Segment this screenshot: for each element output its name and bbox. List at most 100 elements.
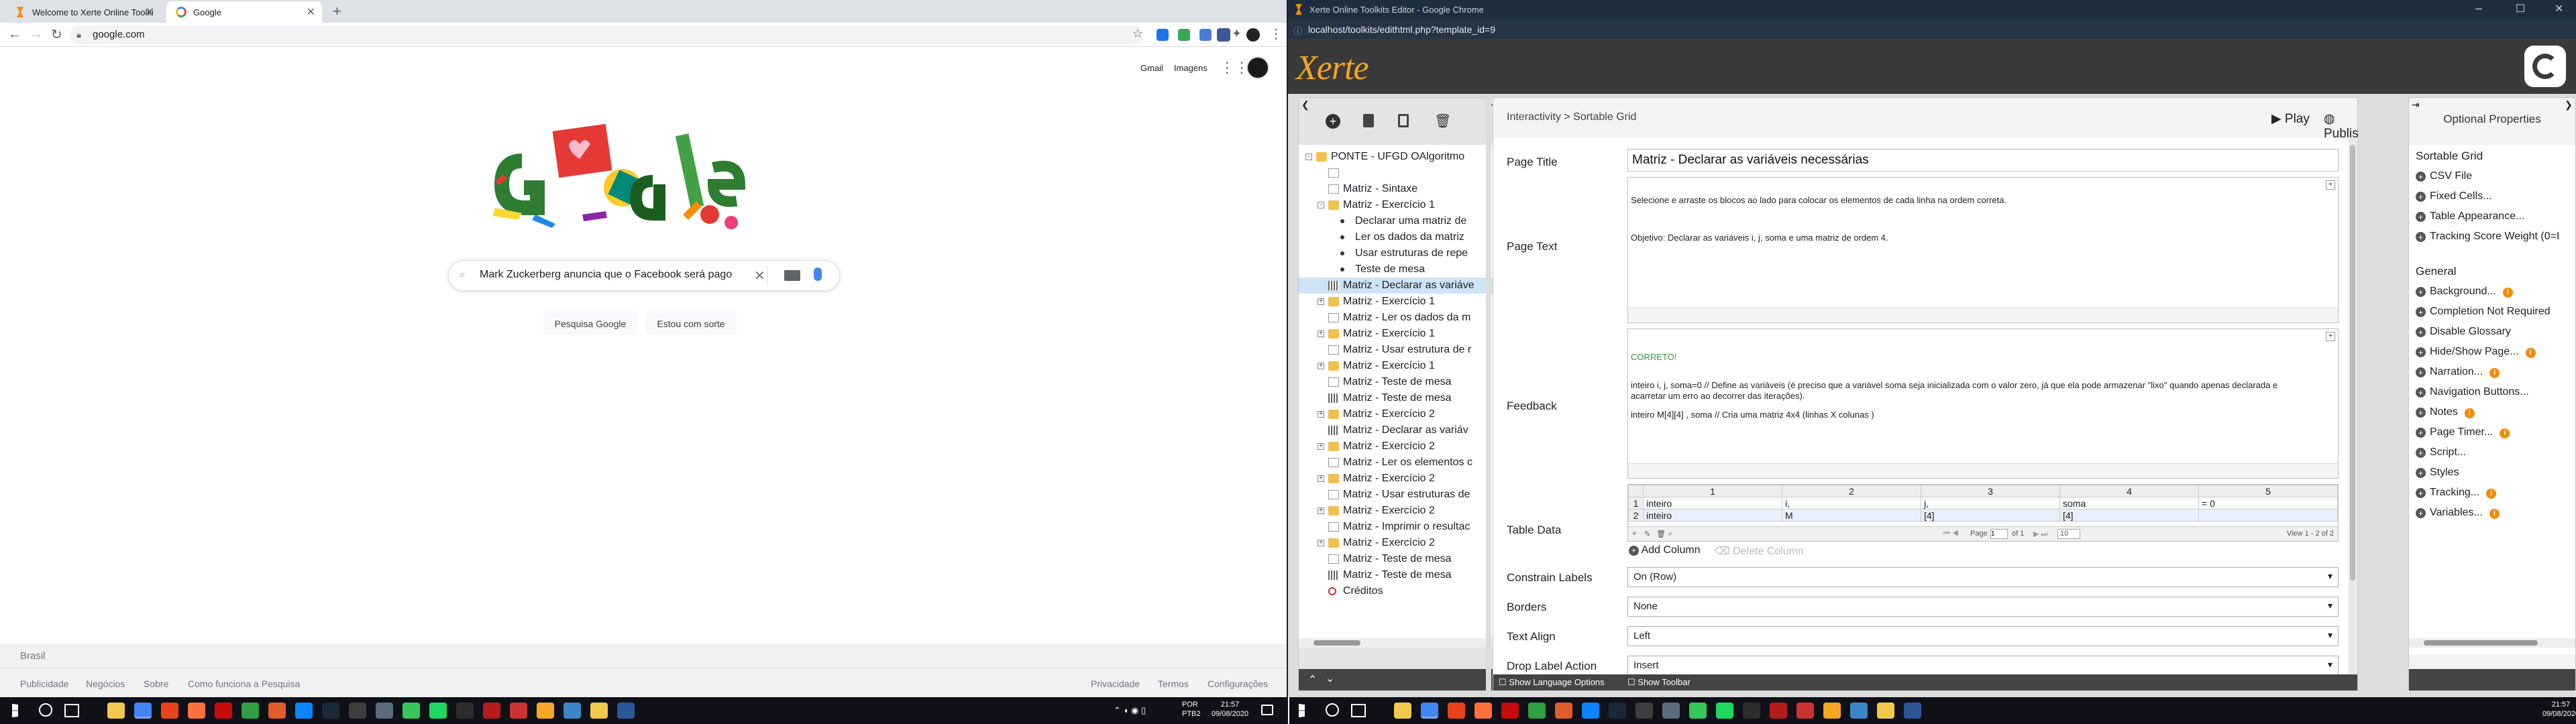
taskbar-app-icon[interactable] xyxy=(161,703,178,719)
clock[interactable]: 21:57 09/08/2020 xyxy=(2542,700,2576,719)
search-rows-icon[interactable]: ⌕ xyxy=(1668,530,1672,538)
collapse-toggle-icon[interactable]: - xyxy=(1318,202,1324,208)
optional-property-item[interactable]: + Narration... i xyxy=(2416,365,2500,379)
taskbar-app-icon[interactable] xyxy=(1743,703,1760,719)
table-cell[interactable]: soma xyxy=(2059,497,2199,509)
table-cell[interactable]: j, xyxy=(1921,497,2060,509)
taskbar-app-icon[interactable] xyxy=(1609,703,1626,719)
tree-item[interactable]: Matriz - Usar estruturas de xyxy=(1299,487,1493,503)
delete-column-button[interactable]: ⌫ Delete Column xyxy=(1715,544,1804,558)
close-window-icon[interactable]: ✕ xyxy=(2555,2,2563,15)
clear-search-icon[interactable]: ✕ xyxy=(754,267,765,284)
taskbar-app-icon[interactable] xyxy=(1528,703,1546,719)
table-row[interactable]: 2 inteiro M [4] [4] xyxy=(1628,509,2338,522)
info-icon[interactable]: i xyxy=(2502,288,2513,298)
taskbar-app-icon[interactable] xyxy=(1770,703,1787,719)
taskbar-app-icon[interactable] xyxy=(510,703,527,719)
footer-link-terms[interactable]: Termos xyxy=(1158,678,1189,689)
expand-editor-icon[interactable]: + xyxy=(2326,332,2335,341)
taskbar-app-icon[interactable] xyxy=(429,703,447,719)
taskbar-app-icon[interactable] xyxy=(1555,703,1572,719)
optional-property-item[interactable]: + Fixed Cells... xyxy=(2416,189,2491,204)
taskbar-app-icon[interactable] xyxy=(134,703,152,719)
taskbar-app-icon[interactable] xyxy=(349,703,366,719)
tree-item[interactable]: Usar estruturas de repe xyxy=(1299,245,1493,261)
notifications-icon[interactable] xyxy=(1261,705,1273,715)
taskbar-app-icon[interactable] xyxy=(1877,703,1894,719)
tree-item[interactable]: Matriz - Ler os elementos c xyxy=(1299,455,1493,471)
expand-editor-icon[interactable]: + xyxy=(2326,180,2335,190)
tree-item[interactable]: Matriz - Declarar as variáve xyxy=(1299,278,1493,294)
taskbar-app-icon[interactable] xyxy=(188,703,205,719)
extension-icon[interactable] xyxy=(1178,29,1190,41)
taskbar-app-icon[interactable] xyxy=(1796,703,1814,719)
footer-link-about[interactable]: Sobre xyxy=(144,678,168,689)
tray-icons[interactable]: ⌃ ◖ ◉ ▯ xyxy=(1114,705,1146,716)
table-cell[interactable] xyxy=(2198,509,2338,522)
extension-icon[interactable] xyxy=(1217,28,1230,42)
tree-item[interactable]: Matriz - Ler os dados da m xyxy=(1299,310,1493,326)
expand-toggle-icon[interactable]: + xyxy=(1318,411,1324,418)
collapse-toggle-icon[interactable]: - xyxy=(1305,154,1312,160)
table-cell[interactable]: [4] xyxy=(2059,509,2199,522)
table-data-grid[interactable]: 12345 1 inteiro i, j, soma = 0 2 inteiro M [4] [4]… xyxy=(1627,484,2339,542)
expand-toggle-icon[interactable]: + xyxy=(1318,330,1324,337)
search-box[interactable]: ⌕ ✕ xyxy=(448,260,840,291)
profile-avatar[interactable] xyxy=(1246,28,1260,42)
tree-item[interactable]: Matriz - Teste de mesa xyxy=(1299,551,1493,567)
taskbar-app-icon[interactable] xyxy=(1582,703,1599,719)
gmail-link[interactable]: Gmail xyxy=(1140,63,1163,73)
tree-item[interactable]: + Matriz - Exercício 1 xyxy=(1299,358,1493,374)
pager-nav-icon[interactable]: ▶ ⏭ xyxy=(2033,530,2047,539)
expand-toggle-icon[interactable]: + xyxy=(1318,443,1324,450)
tab-google[interactable]: Google ✕ xyxy=(166,1,322,23)
tree-item[interactable]: Matriz - Usar estrutura de r xyxy=(1299,342,1493,358)
chrome-menu-icon[interactable]: ⋮ xyxy=(1269,25,1283,42)
collapse-left-icon[interactable]: ❮ xyxy=(1301,99,1309,111)
back-icon[interactable]: ← xyxy=(8,27,21,42)
extension-icon[interactable] xyxy=(1157,29,1169,41)
page-text-editor[interactable]: + Selecione e arraste os blocos ao lado … xyxy=(1627,177,2339,323)
taskbar-app-icon[interactable] xyxy=(1448,703,1465,719)
tree-item[interactable]: + Matriz - Exercício 2 xyxy=(1299,471,1493,487)
tree-item[interactable]: Declarar uma matriz de xyxy=(1299,213,1493,229)
taskbar-app-icon[interactable] xyxy=(1850,703,1868,719)
tree-item[interactable]: + Matriz - Exercício 1 xyxy=(1299,326,1493,342)
optional-property-item[interactable]: + Background... i xyxy=(2416,284,2513,299)
close-tab-icon[interactable]: ✕ xyxy=(146,5,154,19)
table-cell[interactable]: i, xyxy=(1782,497,1921,509)
optional-property-item[interactable]: + Notes i xyxy=(2416,405,2475,420)
tree-item[interactable]: - PONTE - UFGD OAlgoritmo xyxy=(1299,149,1493,165)
info-icon[interactable]: i xyxy=(2489,509,2500,519)
optional-property-item[interactable]: + Table Appearance... xyxy=(2416,209,2524,224)
info-icon[interactable]: i xyxy=(2489,368,2500,378)
tree-item[interactable]: + Matriz - Exercício 2 xyxy=(1299,406,1493,422)
constrain-labels-select[interactable]: On (Row) xyxy=(1627,567,2339,587)
table-cell[interactable]: inteiro xyxy=(1643,509,1782,522)
table-cell[interactable]: M xyxy=(1782,509,1921,522)
optional-property-item[interactable]: + Styles xyxy=(2416,465,2459,480)
show-toolbar-checkbox[interactable]: ☐ Show Toolbar xyxy=(1627,677,1690,688)
tab-xerte[interactable]: Welcome to Xerte Online Toolki ✕ xyxy=(5,1,161,23)
taskbar-app-icon[interactable] xyxy=(1716,703,1733,719)
taskbar-app-icon[interactable] xyxy=(1635,703,1653,719)
add-column-button[interactable]: + Add Column xyxy=(1629,544,1701,556)
optional-property-item[interactable]: + Hide/Show Page... i xyxy=(2416,345,2536,359)
expand-toggle-icon[interactable]: + xyxy=(1318,475,1324,482)
tree-item[interactable]: Matriz - Sintaxe xyxy=(1299,181,1493,197)
info-icon[interactable]: i xyxy=(2486,489,2497,499)
reload-icon[interactable]: ↻ xyxy=(51,26,62,43)
pin-icon[interactable]: ⇥ xyxy=(2412,99,2420,111)
optional-property-item[interactable]: + Tracking... i xyxy=(2416,485,2497,500)
pager-size-select[interactable]: 10 xyxy=(2057,529,2080,539)
taskbar-app-icon[interactable] xyxy=(537,703,554,719)
tree-item[interactable]: + Matriz - Exercício 2 xyxy=(1299,503,1493,519)
tree-item[interactable]: Teste de mesa xyxy=(1299,261,1493,278)
footer-link-how-search-works[interactable]: Como funciona a Pesquisa xyxy=(188,678,300,689)
microphone-icon[interactable] xyxy=(814,267,822,281)
tree-item[interactable]: Matriz - Teste de mesa xyxy=(1299,390,1493,406)
tree-item[interactable]: Créditos xyxy=(1299,583,1493,599)
optional-property-item[interactable]: + Variables... i xyxy=(2416,505,2500,520)
tree-item[interactable] xyxy=(1299,165,1493,181)
taskbar-app-icon[interactable] xyxy=(456,703,474,719)
